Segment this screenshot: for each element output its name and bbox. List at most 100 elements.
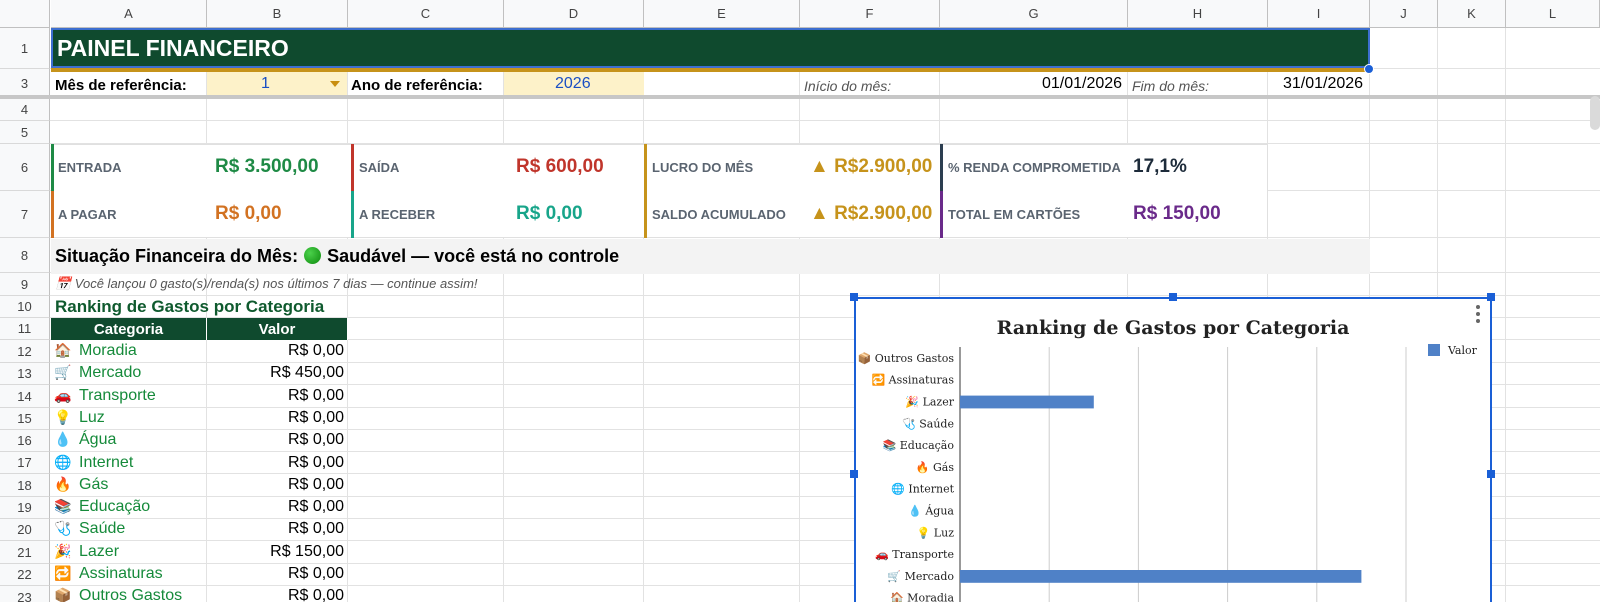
category-name: Moradia	[79, 342, 137, 359]
category-icon: 🔥	[54, 475, 72, 492]
green-circle-icon	[304, 247, 322, 264]
column-header-g[interactable]: G	[940, 0, 1128, 28]
table-row[interactable]: 📚 Educação R$ 0,00	[51, 496, 348, 518]
header-value[interactable]: Valor	[207, 318, 348, 340]
select-all-corner[interactable]	[0, 0, 50, 28]
row-header-1[interactable]: 1	[0, 28, 50, 69]
row-header-23[interactable]: 23	[0, 586, 50, 602]
chart-category-label: 🩺 Saúde	[902, 417, 954, 430]
category-icon: 🌐	[54, 453, 72, 470]
kpi-value: R$ 0,00	[516, 203, 583, 224]
row-header-21[interactable]: 21	[0, 541, 50, 564]
kpi-accent-strip	[940, 144, 943, 191]
chart-bar	[960, 570, 1362, 583]
category-value: R$ 0,00	[287, 453, 344, 471]
table-row[interactable]: 🚗 Transporte R$ 0,00	[51, 385, 348, 407]
year-value: 2026	[555, 75, 591, 92]
column-header-d[interactable]: D	[504, 0, 644, 28]
ranking-chart[interactable]: Ranking de Gastos por Categoria 📦 Outros…	[854, 297, 1492, 602]
activity-note: 📅 Você lançou 0 gasto(s)/renda(s) nos úl…	[55, 276, 478, 291]
row-header-22[interactable]: 22	[0, 564, 50, 586]
row-header-14[interactable]: 14	[0, 385, 50, 408]
kpi-label: A RECEBER	[359, 207, 436, 222]
kpi-value: 17,1%	[1133, 156, 1187, 177]
table-row[interactable]: 🛒 Mercado R$ 450,00	[51, 362, 348, 384]
chart-resize-handle[interactable]	[1487, 293, 1495, 301]
kpi-accent-strip	[51, 191, 54, 238]
category-name: Educação	[79, 498, 151, 516]
column-header-e[interactable]: E	[644, 0, 800, 28]
category-value: R$ 0,00	[287, 565, 344, 582]
gridline	[1505, 28, 1506, 602]
table-row[interactable]: 🏠 Moradia R$ 0,00	[51, 340, 348, 362]
column-header-f[interactable]: F	[800, 0, 940, 28]
row-header-7[interactable]: 7	[0, 191, 50, 238]
table-row[interactable]: 🎉 Lazer R$ 150,00	[51, 541, 348, 563]
header-category[interactable]: Categoria	[51, 318, 207, 340]
chart-legend-label: Valor	[1447, 344, 1478, 357]
table-row[interactable]: 🩺 Saúde R$ 0,00	[51, 518, 348, 540]
chart-resize-handle[interactable]	[1487, 470, 1495, 478]
kpi-label: SAÍDA	[359, 160, 400, 175]
year-label: Ano de referência:	[351, 77, 483, 94]
freeze-divider[interactable]	[0, 95, 1600, 99]
dashboard-title[interactable]: PAINEL FINANCEIRO	[51, 28, 1370, 68]
row-header-20[interactable]: 20	[0, 519, 50, 541]
category-name: Outros Gastos	[79, 587, 183, 602]
category-value: R$ 0,00	[287, 520, 344, 538]
table-row[interactable]: 💧 Água R$ 0,00	[51, 429, 348, 451]
chart-category-label: 📚 Educação	[883, 439, 955, 452]
row-header-5[interactable]: 5	[0, 121, 50, 144]
row-header-19[interactable]: 19	[0, 497, 50, 519]
row-header-9[interactable]: 9	[0, 273, 50, 296]
row-header-11[interactable]: 11	[0, 318, 50, 340]
row-header-10[interactable]: 10	[0, 296, 50, 318]
category-icon: 🛒	[54, 364, 72, 381]
column-header-l[interactable]: L	[1506, 0, 1600, 28]
end-label: Fim do mês:	[1132, 78, 1210, 94]
category-icon: 🩺	[54, 520, 72, 537]
row-header-16[interactable]: 16	[0, 430, 50, 452]
row-header-13[interactable]: 13	[0, 363, 50, 385]
month-select[interactable]	[207, 72, 347, 95]
kpi-value: ▲ R$2.900,00	[810, 156, 933, 177]
row-header-17[interactable]: 17	[0, 452, 50, 474]
chart-category-label: 💡 Luz	[917, 526, 955, 539]
row-header-18[interactable]: 18	[0, 474, 50, 497]
chart-category-label: 🎉 Lazer	[905, 396, 954, 409]
row-header-12[interactable]: 12	[0, 340, 50, 363]
category-icon: 📚	[54, 498, 72, 515]
category-name: Saúde	[79, 520, 126, 538]
category-value: R$ 0,00	[287, 587, 344, 602]
kpi-label: TOTAL EM CARTÕES	[948, 207, 1081, 222]
category-icon: 💡	[54, 408, 72, 425]
row-header-6[interactable]: 6	[0, 144, 50, 191]
chart-resize-handle[interactable]	[850, 470, 858, 478]
chart-resize-handle[interactable]	[1169, 293, 1177, 301]
category-value: R$ 0,00	[287, 431, 344, 449]
category-icon: 🔁	[54, 565, 72, 581]
chart-resize-handle[interactable]	[850, 293, 858, 301]
kpi-accent-strip	[351, 144, 354, 191]
column-header-b[interactable]: B	[207, 0, 348, 28]
kpi-accent-strip	[940, 191, 943, 238]
row-header-4[interactable]: 4	[0, 99, 50, 121]
row-header-15[interactable]: 15	[0, 408, 50, 430]
column-header-j[interactable]: J	[1370, 0, 1438, 28]
table-row[interactable]: 📦 Outros Gastos R$ 0,00	[51, 585, 348, 602]
column-header-a[interactable]: A	[51, 0, 207, 28]
column-header-h[interactable]: H	[1128, 0, 1268, 28]
start-date: 01/01/2026	[1042, 75, 1123, 92]
table-row[interactable]: 🔥 Gás R$ 0,00	[51, 474, 348, 496]
table-row[interactable]: 🌐 Internet R$ 0,00	[51, 452, 348, 474]
selection-fill-handle[interactable]	[1364, 64, 1374, 74]
chart-category-label: 🔁 Assinaturas	[871, 374, 954, 387]
column-header-i[interactable]: I	[1268, 0, 1370, 28]
column-header-k[interactable]: K	[1438, 0, 1506, 28]
table-row[interactable]: 💡 Luz R$ 0,00	[51, 407, 348, 429]
vertical-scrollbar[interactable]	[1590, 96, 1600, 130]
column-header-c[interactable]: C	[348, 0, 504, 28]
chevron-down-icon[interactable]	[330, 81, 340, 87]
table-row[interactable]: 🔁 Assinaturas R$ 0,00	[51, 563, 348, 585]
row-header-8[interactable]: 8	[0, 238, 50, 273]
